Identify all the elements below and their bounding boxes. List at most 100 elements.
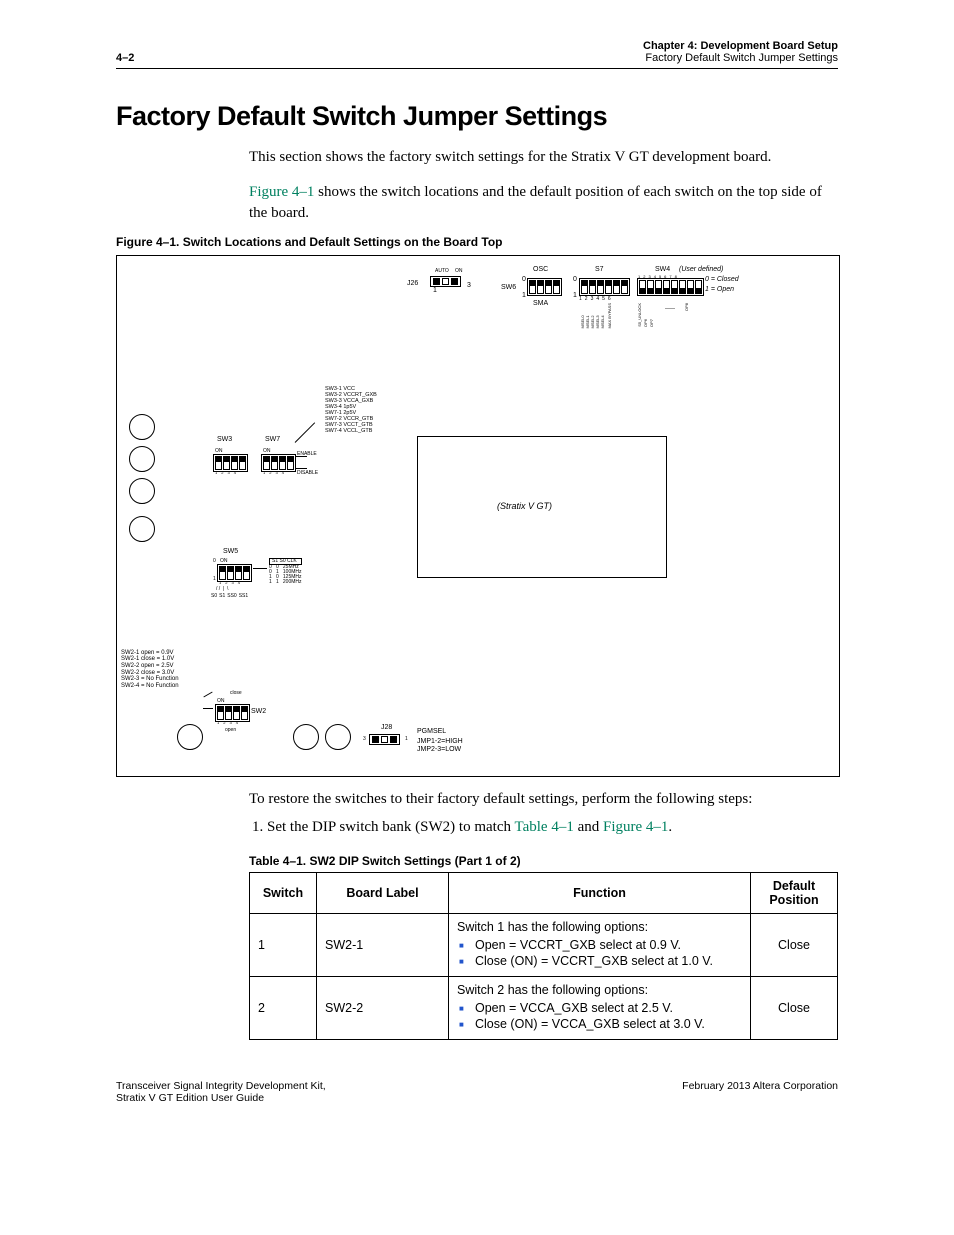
sw6-label: SW6 bbox=[501, 284, 516, 291]
s7-pin: 3 bbox=[591, 296, 594, 302]
mounting-hole bbox=[293, 724, 319, 750]
j28-pgmsel: PGMSEL bbox=[417, 728, 446, 735]
sw4-pin: 2 bbox=[643, 274, 645, 279]
th-function: Function bbox=[449, 873, 751, 914]
list-item: Close (ON) = VCCRT_GXB select at 1.0 V. bbox=[475, 954, 742, 968]
mounting-hole bbox=[129, 478, 155, 504]
sw4-pin: 7 bbox=[669, 274, 671, 279]
sw2-pin: 4 bbox=[236, 720, 238, 725]
sw4-dip bbox=[637, 278, 704, 296]
sw4-closed: 0 = Closed bbox=[705, 276, 739, 283]
cell-default: Close bbox=[751, 914, 838, 977]
sw4-pin: 1 bbox=[638, 274, 640, 279]
s7-pin: 2 bbox=[585, 296, 588, 302]
sw7-label: SW7 bbox=[265, 436, 280, 443]
sw2-pin: 3 bbox=[229, 720, 231, 725]
s7-pin: 4 bbox=[596, 296, 599, 302]
sw4-sig: DP7 bbox=[649, 303, 654, 327]
table-link[interactable]: Table 4–1 bbox=[514, 819, 573, 835]
sw2-open: open bbox=[225, 727, 236, 733]
sw4-sig: DP6 bbox=[643, 303, 648, 327]
step-list: Set the DIP switch bank (SW2) to match T… bbox=[249, 819, 838, 836]
s7-1: 1 bbox=[573, 292, 577, 299]
sw5-legend: S1 S0 CLK 0 0 25MHz 0 1 100MHz 1 0 125MH… bbox=[269, 558, 302, 585]
sw3-pin: 3 bbox=[227, 470, 229, 475]
intro-paragraph-1: This section shows the factory switch se… bbox=[249, 147, 838, 167]
sw6-sma: SMA bbox=[533, 300, 548, 307]
page-header: 4–2 Chapter 4: Development Board Setup F… bbox=[116, 40, 838, 69]
j26-pin bbox=[433, 278, 440, 285]
chapter-title: Chapter 4: Development Board Setup bbox=[643, 40, 838, 52]
restore-intro: To restore the switches to their factory… bbox=[249, 789, 838, 809]
mounting-hole bbox=[129, 516, 155, 542]
j28-l1: JMP1-2=HIGH bbox=[417, 738, 463, 745]
table-row: 1 SW2-1 Switch 1 has the following optio… bbox=[250, 914, 838, 977]
j26-pin bbox=[442, 278, 449, 285]
table-caption: Table 4–1. SW2 DIP Switch Settings (Part… bbox=[249, 854, 838, 868]
list-item: Open = VCCA_GXB select at 2.5 V. bbox=[475, 1001, 742, 1015]
sw2-legend: SW2-1 open = 0.9V SW2-1 close = 1.0V SW2… bbox=[121, 650, 179, 690]
s7-pin: 6 bbox=[608, 296, 611, 302]
figure-link[interactable]: Figure 4–1 bbox=[249, 184, 314, 200]
s7-label: S7 bbox=[595, 266, 604, 273]
sw5-label: SW5 bbox=[223, 548, 238, 555]
step-1: Set the DIP switch bank (SW2) to match T… bbox=[267, 819, 838, 836]
sw37-legend: SW3-1 VCC SW3-2 VCCRT_GXB SW3-3 VCCA_GXB… bbox=[325, 386, 377, 434]
sw7-disable: DISABLE bbox=[297, 470, 318, 476]
sw2-close: close bbox=[230, 690, 242, 696]
sw2-pin: 2 bbox=[223, 720, 225, 725]
j28-pin-1: 1 bbox=[405, 736, 408, 742]
sw7-pin: 3 bbox=[275, 470, 277, 475]
sw4-pin: 8 bbox=[675, 274, 677, 279]
cell-function: Switch 2 has the following options: Open… bbox=[449, 977, 751, 1040]
s7-sig: MSEL4 bbox=[600, 303, 605, 329]
j26-label: J26 bbox=[407, 280, 418, 287]
figure-caption: Figure 4–1. Switch Locations and Default… bbox=[116, 235, 838, 249]
table-row: 2 SW2-2 Switch 2 has the following optio… bbox=[250, 977, 838, 1040]
cell-default: Close bbox=[751, 977, 838, 1040]
sw5-pin: 1 bbox=[219, 580, 221, 585]
page-number: 4–2 bbox=[116, 52, 134, 64]
mounting-hole bbox=[129, 414, 155, 440]
sw4-pin: 6 bbox=[664, 274, 666, 279]
section-ref: Factory Default Switch Jumper Settings bbox=[643, 52, 838, 64]
sw5-pin: 2 bbox=[225, 580, 227, 585]
cell-switch: 1 bbox=[250, 914, 317, 977]
sw4-pin: 4 bbox=[654, 274, 656, 279]
sw6-0: 0 bbox=[522, 276, 526, 283]
sw4-pin: 3 bbox=[648, 274, 650, 279]
j26-box bbox=[430, 276, 461, 287]
footer-right: February 2013 Altera Corporation bbox=[682, 1080, 838, 1104]
list-item: Open = VCCRT_GXB select at 0.9 V. bbox=[475, 938, 742, 952]
sw6-dip bbox=[527, 278, 562, 296]
sw5-bl: SS1 bbox=[239, 593, 248, 599]
j26-auto: AUTO bbox=[435, 268, 449, 274]
sw5-0: 0 bbox=[213, 558, 216, 564]
cell-switch: 2 bbox=[250, 977, 317, 1040]
sw4-pin: 5 bbox=[659, 274, 661, 279]
sw5-bl: S1 bbox=[219, 593, 225, 599]
sw4-sig: DP8 bbox=[684, 303, 689, 311]
sw4-sig: S5_UNLOCK bbox=[637, 303, 642, 327]
sw7-pin: 2 bbox=[269, 470, 271, 475]
sw5-1: 1 bbox=[213, 576, 216, 582]
figure-link[interactable]: Figure 4–1 bbox=[603, 819, 668, 835]
footer-left-1: Transceiver Signal Integrity Development… bbox=[116, 1080, 326, 1092]
sw5-pin: 4 bbox=[238, 580, 240, 585]
sw3-pin: 4 bbox=[234, 470, 236, 475]
sw2-dip-table: Switch Board Label Function Default Posi… bbox=[249, 872, 838, 1040]
intro-paragraph-2: Figure 4–1 shows the switch locations an… bbox=[249, 182, 838, 223]
s7-pin: 1 bbox=[579, 296, 582, 302]
list-item: Close (ON) = VCCA_GXB select at 3.0 V. bbox=[475, 1017, 742, 1031]
sw3-label: SW3 bbox=[217, 436, 232, 443]
sw2-label: SW2 bbox=[251, 708, 266, 715]
sw4-open: 1 = Open bbox=[705, 286, 734, 293]
cell-label: SW2-2 bbox=[317, 977, 449, 1040]
sw5-pin: 3 bbox=[231, 580, 233, 585]
sw6-osc: OSC bbox=[533, 266, 548, 273]
j26-on: ON bbox=[455, 268, 463, 274]
mounting-hole bbox=[325, 724, 351, 750]
s7-dip bbox=[579, 278, 630, 296]
j26-pin-1: 1 bbox=[433, 287, 437, 294]
s7-pin: 5 bbox=[602, 296, 605, 302]
